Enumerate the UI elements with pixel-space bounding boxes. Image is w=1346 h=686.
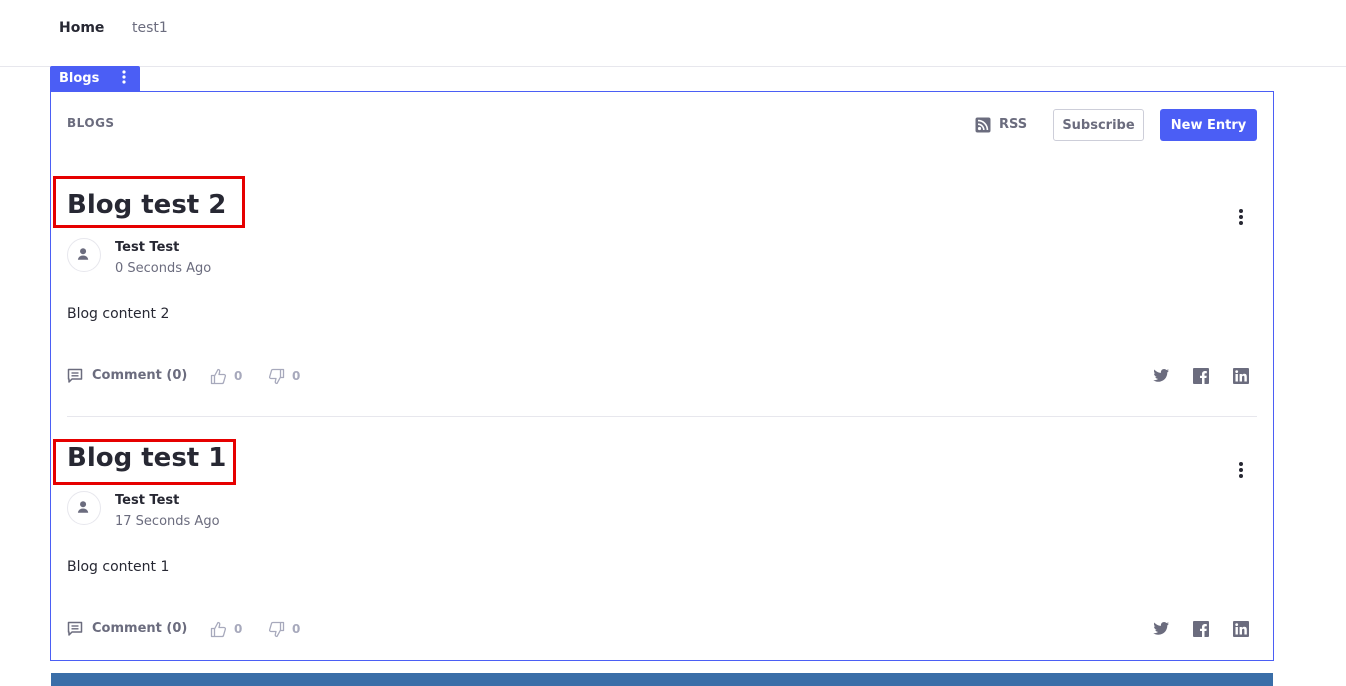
blogs-heading: BLOGS xyxy=(67,116,115,130)
kebab-menu-icon[interactable] xyxy=(1233,460,1249,480)
avatar xyxy=(67,491,101,525)
user-icon xyxy=(77,248,89,260)
rss-label: RSS xyxy=(999,117,1028,132)
thumbs-down-icon xyxy=(268,621,285,638)
author-name[interactable]: Test Test xyxy=(115,493,179,508)
entry-title[interactable]: Blog test 1 xyxy=(67,442,226,474)
comment-label: Comment (0) xyxy=(92,368,188,383)
subscribe-button[interactable]: Subscribe xyxy=(1053,109,1144,141)
thumbs-down-icon xyxy=(268,368,285,385)
portlet-title: Blogs xyxy=(59,71,100,86)
entry-content: Blog content 1 xyxy=(67,559,170,575)
nav-item-test1[interactable]: test1 xyxy=(132,19,168,37)
comment-label: Comment (0) xyxy=(92,621,188,636)
nav-item-home[interactable]: Home xyxy=(59,19,104,37)
linkedin-icon[interactable] xyxy=(1232,367,1250,385)
comment-icon xyxy=(67,368,83,383)
facebook-icon[interactable] xyxy=(1192,367,1210,385)
entry-time: 0 Seconds Ago xyxy=(115,261,212,276)
entry-title[interactable]: Blog test 2 xyxy=(67,189,226,221)
entry-divider xyxy=(67,416,1257,417)
thumbs-down-count: 0 xyxy=(292,369,301,383)
comment-icon xyxy=(67,621,83,636)
linkedin-icon[interactable] xyxy=(1232,620,1250,638)
blog-entry: Blog test 2 Test Test 0 Seconds Ago Blog… xyxy=(51,176,1273,428)
thumbs-up-icon xyxy=(210,368,227,385)
new-entry-button[interactable]: New Entry xyxy=(1160,109,1257,141)
portlet-topper: Blogs xyxy=(50,66,140,91)
avatar xyxy=(67,238,101,272)
thumbs-up-count: 0 xyxy=(234,369,243,383)
thumbs-down-count: 0 xyxy=(292,622,301,636)
top-navigation: Home test1 xyxy=(0,0,1346,67)
kebab-menu-icon[interactable] xyxy=(118,69,130,87)
facebook-icon[interactable] xyxy=(1192,620,1210,638)
blogs-portlet: BLOGS RSS Subscribe New Entry Blog test … xyxy=(50,91,1274,661)
blog-entry: Blog test 1 Test Test 17 Seconds Ago Blo… xyxy=(51,429,1273,681)
entry-content: Blog content 2 xyxy=(67,306,170,322)
thumbs-up-icon xyxy=(210,621,227,638)
user-icon xyxy=(77,501,89,513)
author-name[interactable]: Test Test xyxy=(115,240,179,255)
rss-icon xyxy=(975,117,991,133)
twitter-icon[interactable] xyxy=(1152,620,1170,638)
entry-time: 17 Seconds Ago xyxy=(115,514,220,529)
thumbs-up-count: 0 xyxy=(234,622,243,636)
footer-band xyxy=(51,673,1273,686)
kebab-menu-icon[interactable] xyxy=(1233,207,1249,227)
twitter-icon[interactable] xyxy=(1152,367,1170,385)
